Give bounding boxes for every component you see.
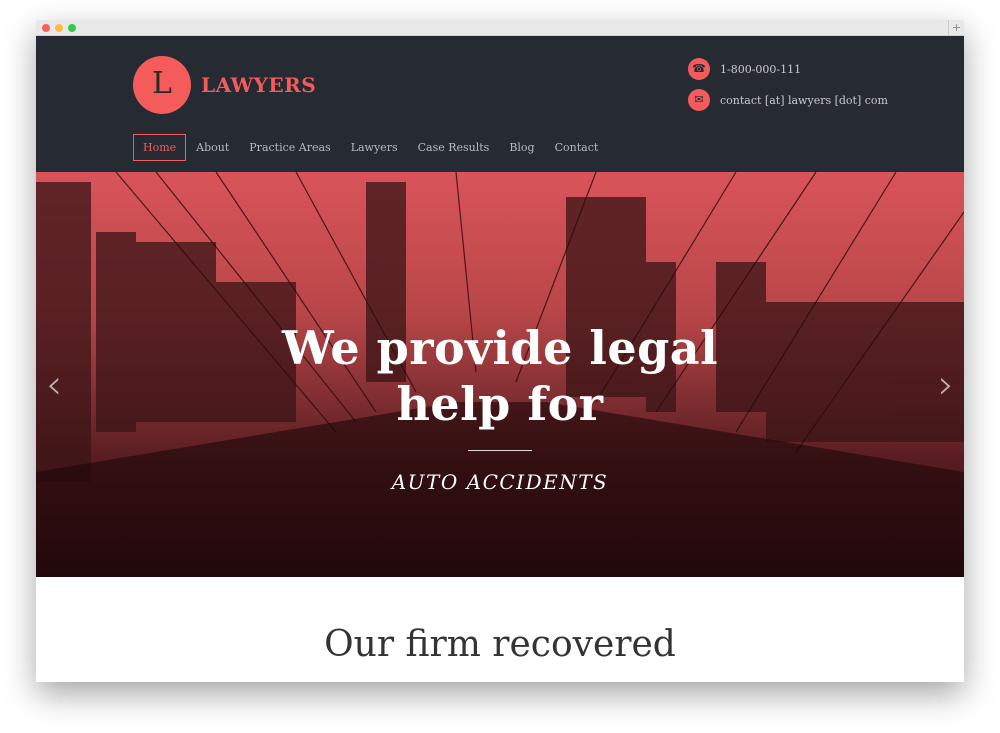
hero-slider: ‹ › We provide legal help for AUTO ACCID…	[36, 172, 964, 577]
nav-case-results[interactable]: Case Results	[408, 134, 500, 161]
browser-chrome: +	[36, 20, 964, 36]
minimize-window-button[interactable]	[55, 24, 63, 32]
maximize-window-button[interactable]	[68, 24, 76, 32]
phone-number[interactable]: 1-800-000-111	[720, 63, 801, 76]
new-tab-button[interactable]: +	[948, 20, 964, 36]
nav-home[interactable]: Home	[133, 134, 187, 161]
email-address[interactable]: contact [at] lawyers [dot] com	[720, 94, 888, 107]
phone-contact: ☎ 1-800-000-111	[688, 58, 801, 80]
envelope-icon: ✉	[688, 89, 710, 111]
logo-text[interactable]: LAWYERS	[201, 73, 316, 97]
nav-contact[interactable]: Contact	[545, 134, 609, 161]
browser-window: + L LAWYERS ☎ 1-800-000-111 ✉ contact [a…	[36, 20, 964, 682]
nav-about[interactable]: About	[186, 134, 239, 161]
logo-icon[interactable]: L	[133, 56, 191, 114]
hero-heading: We provide legal help for	[36, 320, 964, 432]
hero-heading-line-2: help for	[396, 377, 604, 431]
site-header: L LAWYERS ☎ 1-800-000-111 ✉ contact [at]…	[36, 36, 964, 172]
main-nav: Home About Practice Areas Lawyers Case R…	[133, 134, 608, 161]
hero-subtitle: AUTO ACCIDENTS	[391, 470, 609, 494]
email-contact: ✉ contact [at] lawyers [dot] com	[688, 89, 888, 111]
hero-heading-line-1: We provide legal	[281, 321, 719, 375]
close-window-button[interactable]	[42, 24, 50, 32]
nav-practice-areas[interactable]: Practice Areas	[239, 134, 340, 161]
nav-lawyers[interactable]: Lawyers	[341, 134, 408, 161]
nav-blog[interactable]: Blog	[499, 134, 544, 161]
phone-icon: ☎	[688, 58, 710, 80]
section-title: Our firm recovered	[324, 624, 676, 665]
hero-divider	[468, 450, 532, 451]
